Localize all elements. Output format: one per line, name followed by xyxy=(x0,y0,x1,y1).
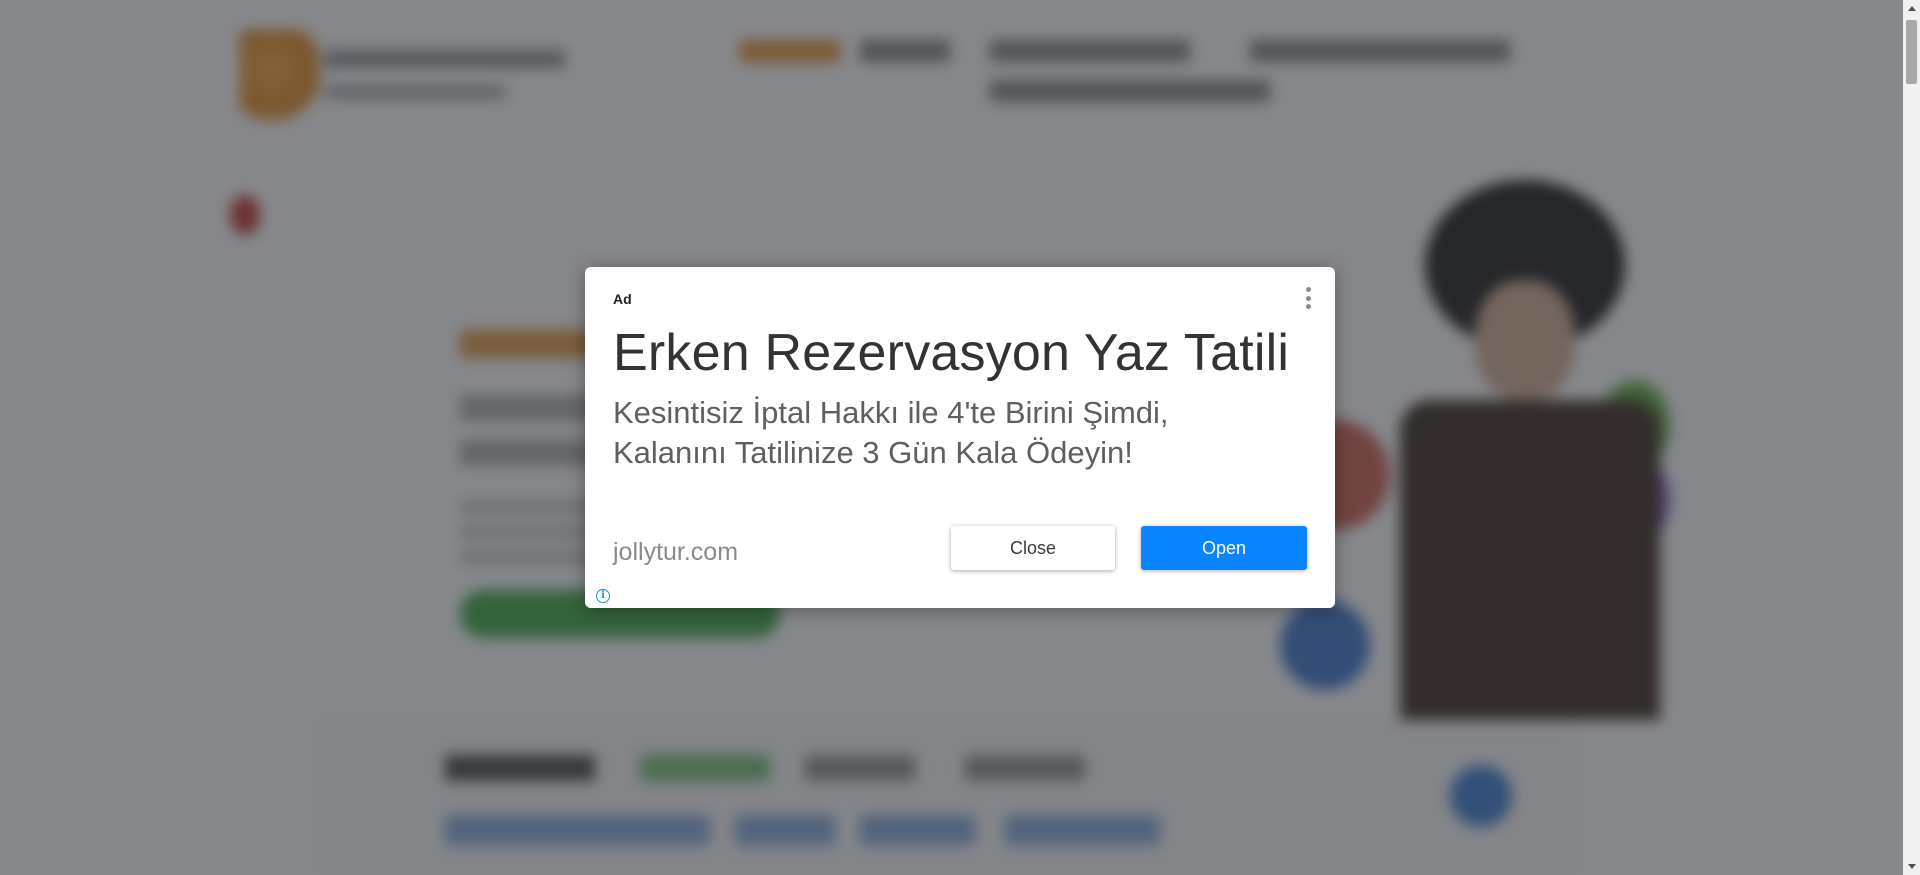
ad-title[interactable]: Erken Rezervasyon Yaz Tatili xyxy=(613,323,1289,383)
scroll-down-arrow-icon[interactable] xyxy=(1903,858,1920,875)
ad-info-icon[interactable]: i xyxy=(596,589,610,603)
close-button[interactable]: Close xyxy=(951,526,1115,570)
ad-description[interactable]: Kesintisiz İptal Hakkı ile 4'te Birini Ş… xyxy=(613,393,1273,473)
ad-domain[interactable]: jollytur.com xyxy=(613,538,738,567)
more-vert-icon[interactable] xyxy=(1301,287,1315,309)
open-button[interactable]: Open xyxy=(1141,526,1307,570)
interstitial-ad[interactable]: Ad Erken Rezervasyon Yaz Tatili Kesintis… xyxy=(585,267,1335,608)
scroll-up-arrow-icon[interactable] xyxy=(1903,0,1920,17)
scroll-thumb[interactable] xyxy=(1906,20,1917,84)
vertical-scrollbar[interactable] xyxy=(1903,0,1920,875)
ad-label: Ad xyxy=(613,291,632,307)
